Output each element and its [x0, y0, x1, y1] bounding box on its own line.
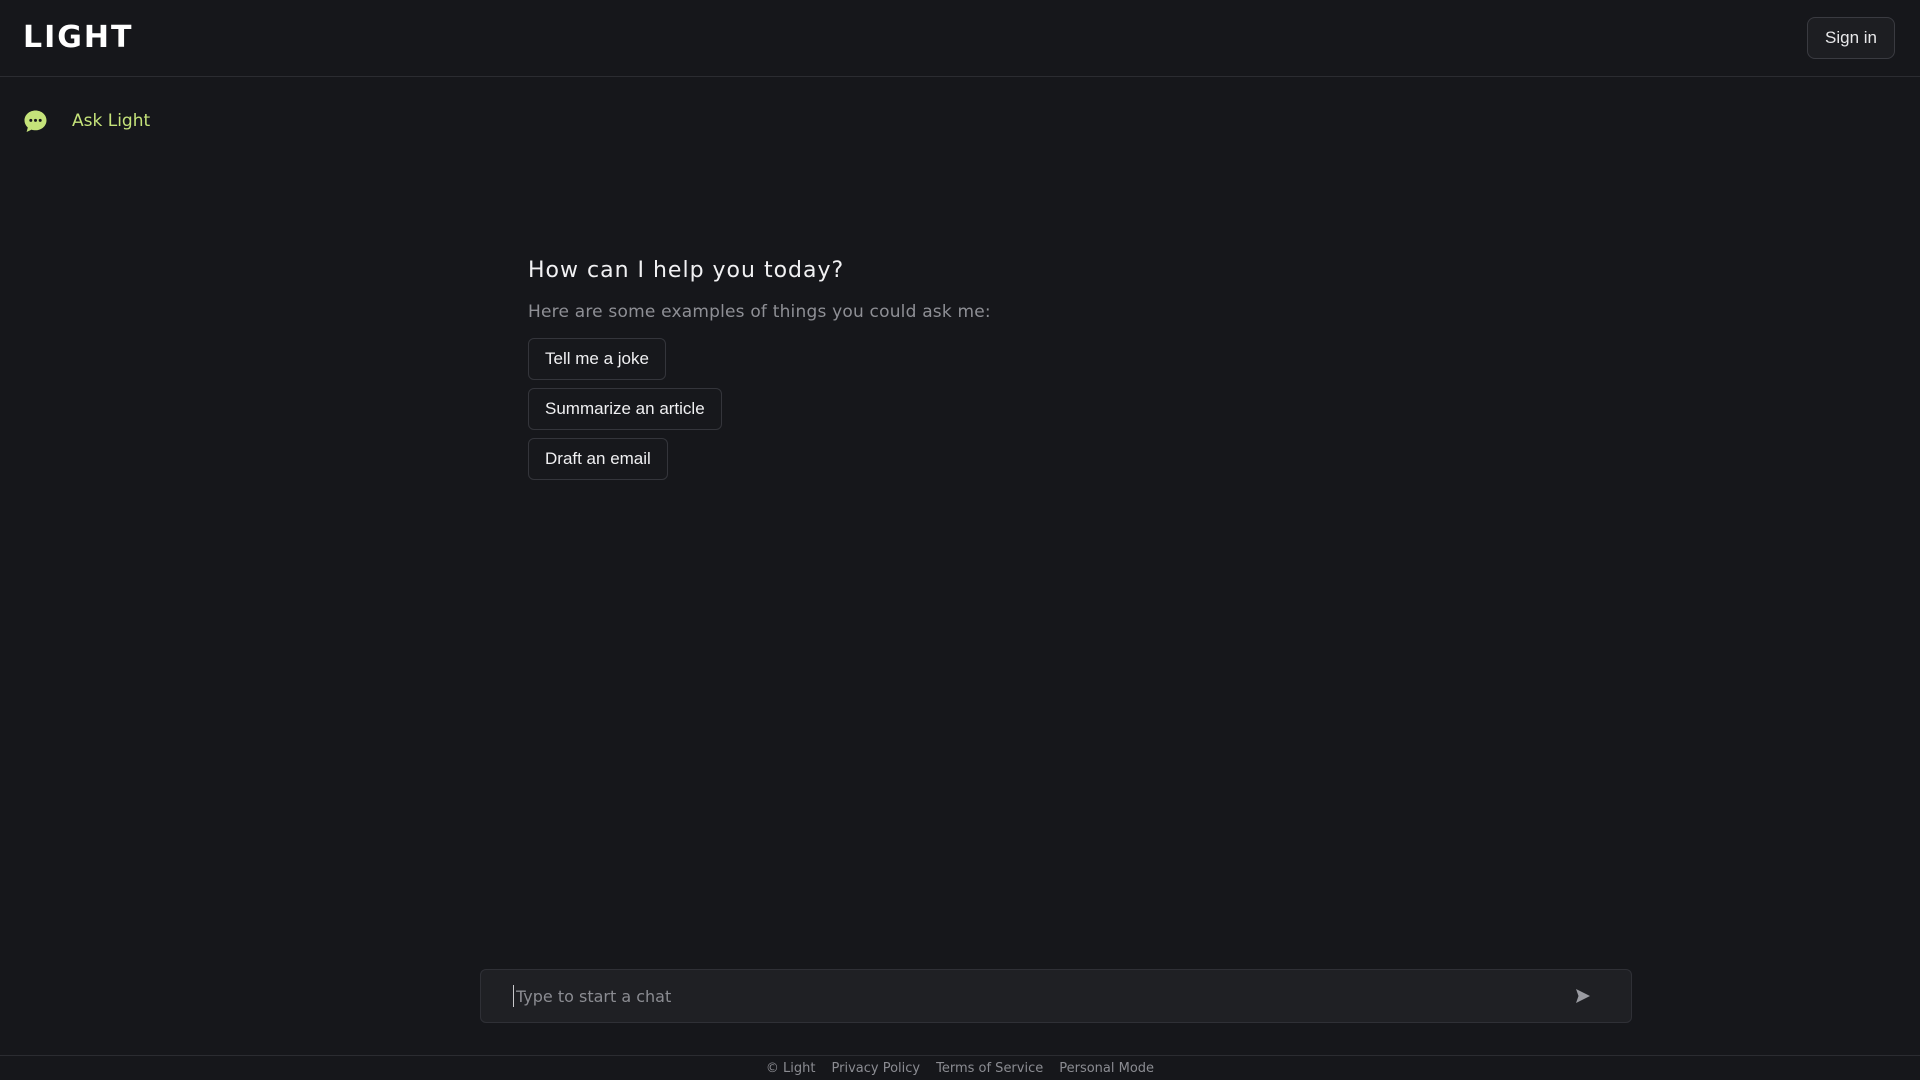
personal-mode-link[interactable]: Personal Mode: [1059, 1061, 1154, 1076]
send-icon: [1576, 989, 1590, 1003]
prompt-area: How can I help you today? Here are some …: [528, 258, 1168, 480]
send-button[interactable]: [1563, 976, 1603, 1016]
logo[interactable]: LIGHT: [23, 20, 133, 55]
terms-of-service-link[interactable]: Terms of Service: [936, 1061, 1043, 1076]
chat-bubble-icon: [23, 109, 48, 134]
page-title: How can I help you today?: [528, 258, 845, 283]
chat-bar: [480, 969, 1632, 1023]
example-button-joke[interactable]: Tell me a joke: [528, 338, 666, 380]
top-header: LIGHT Sign in: [0, 0, 1920, 77]
copyright-text: © Light: [765, 1060, 816, 1076]
footer: © Light Privacy Policy Terms of Service …: [0, 1055, 1920, 1080]
example-button-email[interactable]: Draft an email: [528, 438, 668, 480]
sidebar-item-label: Ask Light: [72, 111, 151, 131]
example-button-summarize[interactable]: Summarize an article: [528, 388, 722, 430]
example-prompts: Tell me a joke Summarize an article Draf…: [528, 338, 1168, 480]
chat-input[interactable]: [513, 985, 1563, 1007]
sidebar-item-ask-light[interactable]: Ask Light: [23, 106, 150, 136]
examples-subtitle: Here are some examples of things you cou…: [528, 302, 991, 322]
privacy-policy-link[interactable]: Privacy Policy: [832, 1061, 921, 1076]
sign-in-button[interactable]: Sign in: [1807, 17, 1895, 59]
